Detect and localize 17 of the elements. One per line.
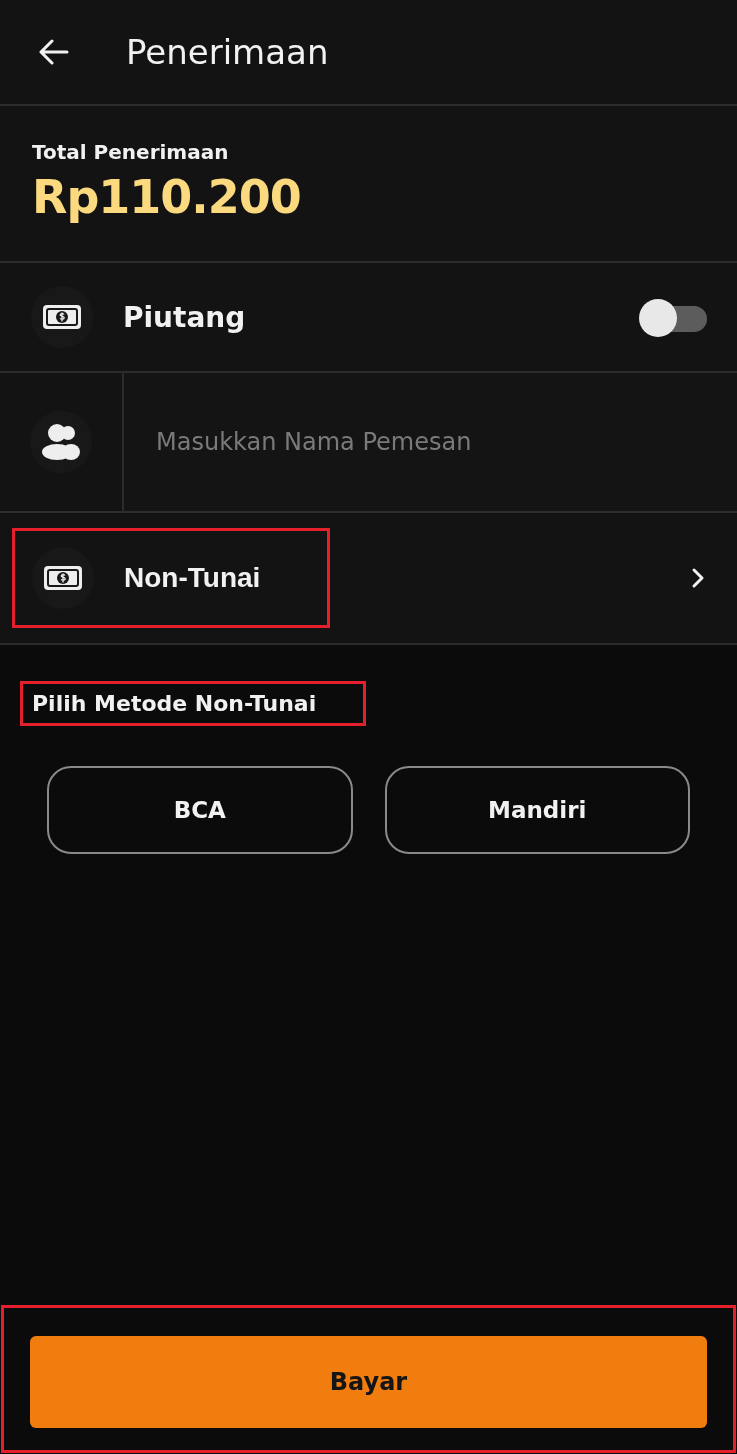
piutang-label: Piutang: [123, 300, 246, 334]
customer-name-row[interactable]: Masukkan Nama Pemesan: [0, 373, 737, 513]
cash-icon: [42, 304, 82, 330]
pay-button[interactable]: Bayar: [30, 1336, 707, 1428]
chevron-right-icon: [691, 567, 705, 589]
payment-method-label: Non-Tunai: [124, 562, 261, 594]
section-title: Pilih Metode Non-Tunai: [32, 691, 317, 716]
people-icon: [41, 423, 81, 461]
payment-method-row[interactable]: Non-Tunai: [0, 513, 737, 645]
method-option[interactable]: Mandiri: [384, 766, 690, 854]
total-label: Total Penerimaan: [32, 140, 230, 164]
piutang-toggle[interactable]: [639, 299, 707, 335]
method-option[interactable]: BCA: [47, 766, 353, 854]
total-amount: Rp110.200: [32, 170, 302, 224]
page-title: Penerimaan: [126, 32, 329, 72]
cash-icon: [43, 565, 83, 591]
back-arrow-icon: [39, 39, 69, 65]
